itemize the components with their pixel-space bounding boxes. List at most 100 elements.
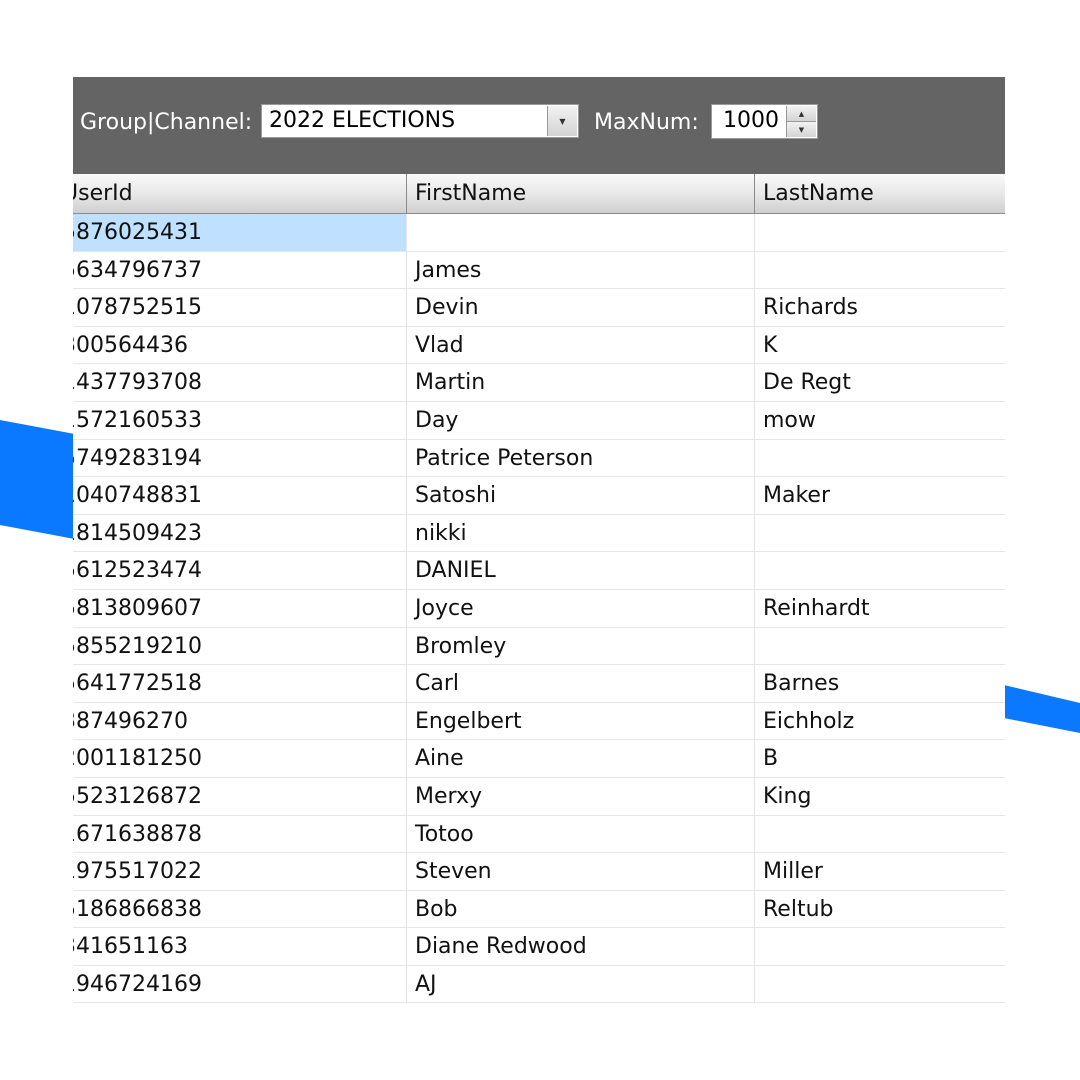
table-row[interactable]: 5876025431 [73, 214, 1005, 252]
cell-firstname[interactable] [407, 214, 755, 251]
cell-lastname[interactable]: Miller [755, 853, 1005, 890]
chevron-down-icon: ▼ [798, 125, 805, 134]
table-row[interactable]: 5186866838 Bob Reltub [73, 890, 1005, 929]
cell-lastname[interactable]: De Regt [755, 364, 1005, 401]
cell-firstname[interactable]: Carl [407, 665, 755, 702]
table-row[interactable]: 5749283194 Patrice Peterson [73, 439, 1005, 478]
cell-lastname[interactable]: King [755, 778, 1005, 815]
cell-firstname[interactable]: Diane Redwood [407, 928, 755, 965]
stepper-up-button[interactable]: ▲ [787, 106, 816, 122]
cell-lastname[interactable]: B [755, 740, 1005, 777]
cell-lastname[interactable]: Eichholz [755, 703, 1005, 740]
cell-firstname[interactable]: Day [407, 401, 755, 439]
cell-userid[interactable]: 1671638878 [73, 815, 407, 853]
cell-firstname[interactable]: Martin [407, 364, 755, 401]
cell-firstname[interactable]: Totoo [407, 815, 755, 853]
maxnum-value[interactable]: 1000 [723, 107, 779, 135]
cell-lastname[interactable] [755, 515, 1005, 552]
cell-firstname[interactable]: James [407, 251, 755, 289]
maxnum-stepper[interactable]: 1000 ▲ ▼ [711, 104, 818, 139]
cell-firstname[interactable]: Merxy [407, 777, 755, 815]
table-row[interactable]: 5612523474 DANIEL [73, 552, 1005, 590]
table-row[interactable]: 1814509423 nikki [73, 514, 1005, 553]
cell-userid[interactable]: 5634796737 [73, 251, 407, 289]
cell-firstname[interactable]: Aine [407, 740, 755, 777]
table-row[interactable]: 1078752515 Devin Richards [73, 289, 1005, 327]
cell-userid[interactable]: 1040748831 [73, 477, 407, 514]
table-row[interactable]: 5641772518 Carl Barnes [73, 665, 1005, 703]
cell-userid[interactable]: 5523126872 [73, 777, 407, 815]
cell-firstname[interactable]: Satoshi [407, 477, 755, 514]
cell-userid[interactable]: 341651163 [73, 928, 407, 965]
table-row[interactable]: 341651163 Diane Redwood [73, 928, 1005, 966]
maxnum-label: MaxNum: [594, 110, 699, 135]
table-row[interactable]: 1946724169 AJ [73, 965, 1005, 1004]
cell-userid[interactable]: 5641772518 [73, 665, 407, 702]
table-row[interactable]: 1975517022 Steven Miller [73, 853, 1005, 891]
cell-lastname[interactable] [755, 552, 1005, 589]
cell-lastname[interactable] [755, 440, 1005, 477]
cell-firstname[interactable]: Patrice Peterson [407, 439, 755, 477]
table-row[interactable]: 387496270 Engelbert Eichholz [73, 702, 1005, 741]
dropdown-arrow-button[interactable]: ▼ [547, 106, 577, 136]
cell-userid[interactable]: 5876025431 [73, 214, 407, 251]
cell-firstname[interactable]: Vlad [407, 326, 755, 364]
cell-firstname[interactable]: Steven [407, 853, 755, 890]
cell-lastname[interactable] [755, 816, 1005, 853]
table-row[interactable]: 5855219210 Bromley [73, 627, 1005, 666]
table-row[interactable]: 5523126872 Merxy King [73, 777, 1005, 816]
cell-userid[interactable]: 1946724169 [73, 965, 407, 1003]
cell-userid[interactable]: 2001181250 [73, 740, 407, 777]
cell-userid[interactable]: 1078752515 [73, 289, 407, 326]
cell-userid[interactable]: 300564436 [73, 326, 407, 364]
cell-userid[interactable]: 1975517022 [73, 853, 407, 890]
cell-userid[interactable]: 1814509423 [73, 514, 407, 552]
cell-userid[interactable]: 5813809607 [73, 589, 407, 627]
cell-firstname[interactable]: Bob [407, 890, 755, 928]
cell-lastname[interactable]: Maker [755, 477, 1005, 514]
cell-userid[interactable]: 1572160533 [73, 401, 407, 439]
table-row[interactable]: 1437793708 Martin De Regt [73, 364, 1005, 402]
stepper-buttons: ▲ ▼ [786, 106, 816, 137]
cell-lastname[interactable] [755, 628, 1005, 665]
stepper-down-button[interactable]: ▼ [787, 122, 816, 137]
group-channel-label: Group|Channel: [80, 110, 253, 135]
cell-lastname[interactable]: Barnes [755, 665, 1005, 702]
table-row[interactable]: 5634796737 James [73, 251, 1005, 290]
table-row[interactable]: 1572160533 Day mow [73, 401, 1005, 440]
cell-userid[interactable]: 387496270 [73, 702, 407, 740]
cell-firstname[interactable]: AJ [407, 965, 755, 1003]
cell-lastname[interactable] [755, 214, 1005, 251]
chevron-down-icon: ▼ [559, 116, 566, 126]
cell-firstname[interactable]: Devin [407, 289, 755, 326]
column-header-firstname[interactable]: FirstName [407, 174, 755, 213]
cell-lastname[interactable]: Reltub [755, 891, 1005, 928]
cell-lastname[interactable]: mow [755, 402, 1005, 439]
cell-firstname[interactable]: Bromley [407, 627, 755, 665]
cell-lastname[interactable]: K [755, 327, 1005, 364]
cell-lastname[interactable] [755, 966, 1005, 1003]
cell-userid[interactable]: 5855219210 [73, 627, 407, 665]
cell-firstname[interactable]: DANIEL [407, 552, 755, 589]
table-row[interactable]: 1040748831 Satoshi Maker [73, 477, 1005, 515]
cell-lastname[interactable]: Richards [755, 289, 1005, 326]
column-header-lastname[interactable]: LastName [755, 174, 1005, 213]
column-header-userid[interactable]: UserId [73, 174, 407, 213]
cell-firstname[interactable]: nikki [407, 514, 755, 552]
cell-userid[interactable]: 5186866838 [73, 890, 407, 928]
table-row[interactable]: 1671638878 Totoo [73, 815, 1005, 854]
cell-lastname[interactable] [755, 252, 1005, 289]
table-row[interactable]: 2001181250 Aine B [73, 740, 1005, 778]
group-channel-selected-value: 2022 ELECTIONS [269, 108, 456, 133]
table-row[interactable]: 5813809607 Joyce Reinhardt [73, 589, 1005, 628]
cell-firstname[interactable]: Engelbert [407, 702, 755, 740]
cell-userid[interactable]: 1437793708 [73, 364, 407, 401]
grid-header: UserId FirstName LastName [73, 174, 1005, 214]
cell-userid[interactable]: 5749283194 [73, 439, 407, 477]
group-channel-dropdown[interactable]: 2022 ELECTIONS ▼ [261, 104, 579, 138]
cell-firstname[interactable]: Joyce [407, 589, 755, 627]
cell-lastname[interactable]: Reinhardt [755, 590, 1005, 627]
cell-userid[interactable]: 5612523474 [73, 552, 407, 589]
cell-lastname[interactable] [755, 928, 1005, 965]
table-row[interactable]: 300564436 Vlad K [73, 326, 1005, 365]
